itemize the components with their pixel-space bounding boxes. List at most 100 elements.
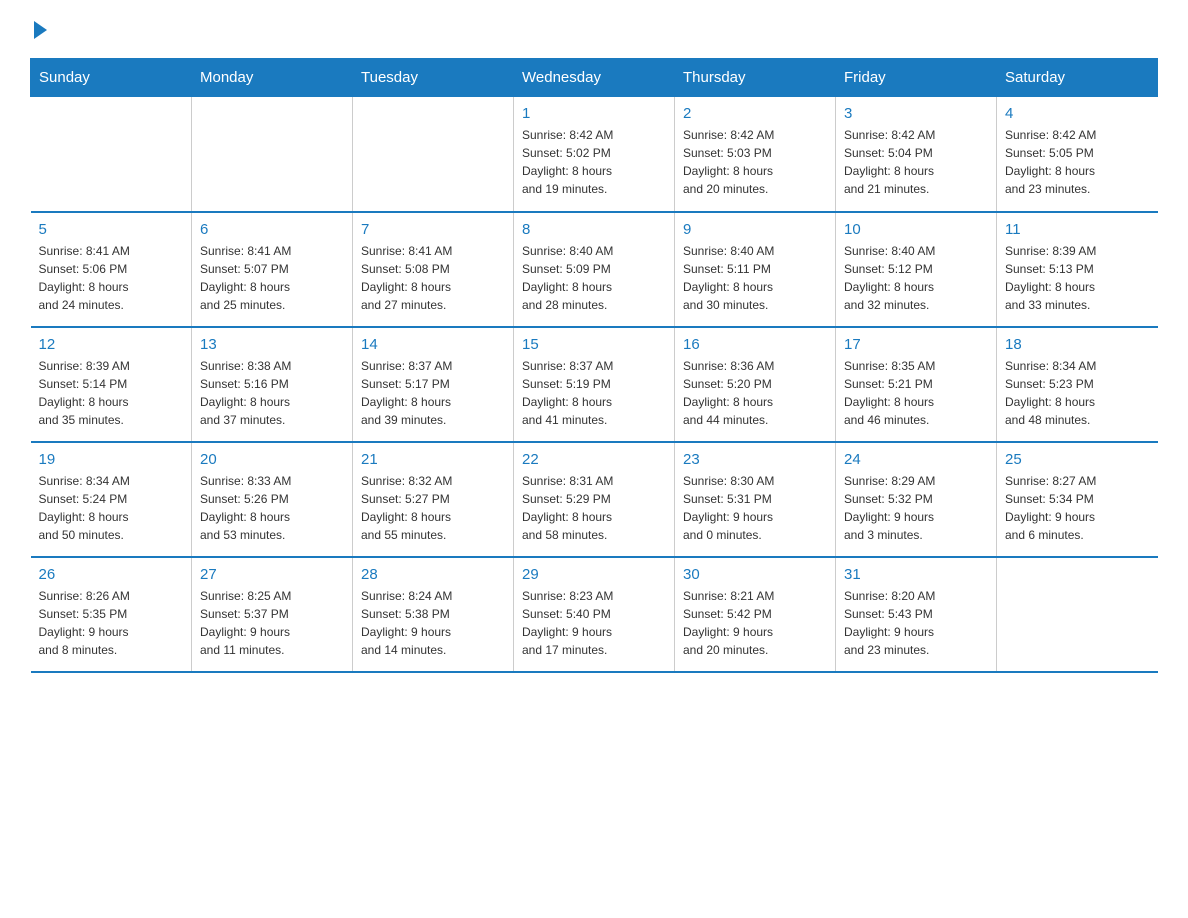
calendar-cell: 22Sunrise: 8:31 AM Sunset: 5:29 PM Dayli… (514, 442, 675, 557)
day-number: 29 (522, 566, 666, 583)
day-info: Sunrise: 8:33 AM Sunset: 5:26 PM Dayligh… (200, 472, 344, 544)
calendar-cell: 1 Sunrise: 8:42 AM Sunset: 5:02 PM Daylig… (514, 97, 675, 212)
calendar-cell: 24 Sunrise: 8:29 AM Sunset: 5:32 PM Dayli… (836, 442, 997, 557)
day-info: Sunrise: 8:37 AM Sunset: 5:17 PM Dayligh… (361, 357, 505, 429)
weekday-header-sunday: Sunday (31, 59, 192, 97)
calendar-cell (192, 97, 353, 212)
day-number: 15 (522, 336, 666, 353)
calendar-cell: 5 Sunrise: 8:41 AM Sunset: 5:06 PM Daylig… (31, 212, 192, 327)
day-number: 27 (200, 566, 344, 583)
weekday-row: SundayMondayTuesdayWednesdayThursdayFrid… (31, 59, 1158, 97)
day-info: Sunrise: 8:41 AM Sunset: 5:07 PM Dayligh… (200, 242, 344, 314)
day-number: 12 (39, 336, 184, 353)
day-number: 11 (1005, 221, 1150, 238)
calendar-cell: 7 Sunrise: 8:41 AM Sunset: 5:08 PM Daylig… (353, 212, 514, 327)
calendar-cell (353, 97, 514, 212)
day-number: 24 (844, 451, 988, 468)
day-number: 4 (1005, 105, 1150, 122)
day-info: Sunrise: 8:40 AM Sunset: 5:12 PM Dayligh… (844, 242, 988, 314)
day-info: Sunrise: 8:26 AM Sunset: 5:35 PM Dayligh… (39, 587, 184, 659)
day-number: 31 (844, 566, 988, 583)
day-number: 3 (844, 105, 988, 122)
calendar-cell: 28 Sunrise: 8:24 AM Sunset: 5:38 PM Dayli… (353, 557, 514, 672)
calendar-cell: 6 Sunrise: 8:41 AM Sunset: 5:07 PM Daylig… (192, 212, 353, 327)
day-number: 30 (683, 566, 827, 583)
calendar-cell: 2 Sunrise: 8:42 AM Sunset: 5:03 PM Daylig… (675, 97, 836, 212)
day-number: 18 (1005, 336, 1150, 353)
calendar-cell: 8Sunrise: 8:40 AM Sunset: 5:09 PM Daylig… (514, 212, 675, 327)
calendar-week-4: 19 Sunrise: 8:34 AM Sunset: 5:24 PM Dayli… (31, 442, 1158, 557)
day-number: 25 (1005, 451, 1150, 468)
calendar-cell (31, 97, 192, 212)
day-info: Sunrise: 8:24 AM Sunset: 5:38 PM Dayligh… (361, 587, 505, 659)
day-info: Sunrise: 8:42 AM Sunset: 5:04 PM Dayligh… (844, 126, 988, 198)
day-number: 28 (361, 566, 505, 583)
calendar-cell: 18 Sunrise: 8:34 AM Sunset: 5:23 PM Dayli… (997, 327, 1158, 442)
calendar-week-1: 1 Sunrise: 8:42 AM Sunset: 5:02 PM Daylig… (31, 97, 1158, 212)
day-number: 1 (522, 105, 666, 122)
day-number: 9 (683, 221, 827, 238)
day-info: Sunrise: 8:29 AM Sunset: 5:32 PM Dayligh… (844, 472, 988, 544)
weekday-header-tuesday: Tuesday (353, 59, 514, 97)
day-number: 2 (683, 105, 827, 122)
day-info: Sunrise: 8:34 AM Sunset: 5:24 PM Dayligh… (39, 472, 184, 544)
logo-blue (30, 20, 47, 38)
calendar-cell: 30 Sunrise: 8:21 AM Sunset: 5:42 PM Dayli… (675, 557, 836, 672)
day-info: Sunrise: 8:40 AM Sunset: 5:11 PM Dayligh… (683, 242, 827, 314)
calendar-cell: 12 Sunrise: 8:39 AM Sunset: 5:14 PM Dayli… (31, 327, 192, 442)
calendar-cell: 14 Sunrise: 8:37 AM Sunset: 5:17 PM Dayli… (353, 327, 514, 442)
day-info: Sunrise: 8:20 AM Sunset: 5:43 PM Dayligh… (844, 587, 988, 659)
weekday-header-saturday: Saturday (997, 59, 1158, 97)
calendar-cell: 9 Sunrise: 8:40 AM Sunset: 5:11 PM Daylig… (675, 212, 836, 327)
calendar-week-3: 12 Sunrise: 8:39 AM Sunset: 5:14 PM Dayli… (31, 327, 1158, 442)
weekday-header-monday: Monday (192, 59, 353, 97)
day-number: 6 (200, 221, 344, 238)
day-number: 22 (522, 451, 666, 468)
day-info: Sunrise: 8:36 AM Sunset: 5:20 PM Dayligh… (683, 357, 827, 429)
day-number: 13 (200, 336, 344, 353)
day-info: Sunrise: 8:23 AM Sunset: 5:40 PM Dayligh… (522, 587, 666, 659)
day-number: 16 (683, 336, 827, 353)
day-info: Sunrise: 8:30 AM Sunset: 5:31 PM Dayligh… (683, 472, 827, 544)
calendar-cell: 3 Sunrise: 8:42 AM Sunset: 5:04 PM Daylig… (836, 97, 997, 212)
calendar-table: SundayMondayTuesdayWednesdayThursdayFrid… (30, 58, 1158, 673)
calendar-cell: 25 Sunrise: 8:27 AM Sunset: 5:34 PM Dayli… (997, 442, 1158, 557)
weekday-header-wednesday: Wednesday (514, 59, 675, 97)
day-info: Sunrise: 8:42 AM Sunset: 5:05 PM Dayligh… (1005, 126, 1150, 198)
day-info: Sunrise: 8:42 AM Sunset: 5:02 PM Dayligh… (522, 126, 666, 198)
day-info: Sunrise: 8:39 AM Sunset: 5:14 PM Dayligh… (39, 357, 184, 429)
day-number: 23 (683, 451, 827, 468)
day-number: 10 (844, 221, 988, 238)
calendar-header: SundayMondayTuesdayWednesdayThursdayFrid… (31, 59, 1158, 97)
day-info: Sunrise: 8:27 AM Sunset: 5:34 PM Dayligh… (1005, 472, 1150, 544)
calendar-week-5: 26 Sunrise: 8:26 AM Sunset: 5:35 PM Dayli… (31, 557, 1158, 672)
day-info: Sunrise: 8:42 AM Sunset: 5:03 PM Dayligh… (683, 126, 827, 198)
day-info: Sunrise: 8:32 AM Sunset: 5:27 PM Dayligh… (361, 472, 505, 544)
calendar-cell: 17 Sunrise: 8:35 AM Sunset: 5:21 PM Dayli… (836, 327, 997, 442)
day-number: 14 (361, 336, 505, 353)
day-number: 19 (39, 451, 184, 468)
day-info: Sunrise: 8:37 AM Sunset: 5:19 PM Dayligh… (522, 357, 666, 429)
header (30, 20, 1158, 38)
calendar-body: 1 Sunrise: 8:42 AM Sunset: 5:02 PM Daylig… (31, 97, 1158, 672)
calendar-cell: 4 Sunrise: 8:42 AM Sunset: 5:05 PM Daylig… (997, 97, 1158, 212)
calendar-cell: 27 Sunrise: 8:25 AM Sunset: 5:37 PM Dayli… (192, 557, 353, 672)
day-info: Sunrise: 8:39 AM Sunset: 5:13 PM Dayligh… (1005, 242, 1150, 314)
calendar-cell: 23 Sunrise: 8:30 AM Sunset: 5:31 PM Dayli… (675, 442, 836, 557)
calendar-cell: 10 Sunrise: 8:40 AM Sunset: 5:12 PM Dayli… (836, 212, 997, 327)
day-info: Sunrise: 8:25 AM Sunset: 5:37 PM Dayligh… (200, 587, 344, 659)
logo (30, 20, 47, 38)
calendar-cell: 11 Sunrise: 8:39 AM Sunset: 5:13 PM Dayli… (997, 212, 1158, 327)
day-number: 7 (361, 221, 505, 238)
day-number: 8 (522, 221, 666, 238)
day-number: 17 (844, 336, 988, 353)
day-info: Sunrise: 8:35 AM Sunset: 5:21 PM Dayligh… (844, 357, 988, 429)
day-info: Sunrise: 8:21 AM Sunset: 5:42 PM Dayligh… (683, 587, 827, 659)
day-number: 26 (39, 566, 184, 583)
day-info: Sunrise: 8:41 AM Sunset: 5:08 PM Dayligh… (361, 242, 505, 314)
calendar-cell: 29 Sunrise: 8:23 AM Sunset: 5:40 PM Dayli… (514, 557, 675, 672)
calendar-cell: 20Sunrise: 8:33 AM Sunset: 5:26 PM Dayli… (192, 442, 353, 557)
day-info: Sunrise: 8:34 AM Sunset: 5:23 PM Dayligh… (1005, 357, 1150, 429)
day-info: Sunrise: 8:41 AM Sunset: 5:06 PM Dayligh… (39, 242, 184, 314)
day-number: 5 (39, 221, 184, 238)
